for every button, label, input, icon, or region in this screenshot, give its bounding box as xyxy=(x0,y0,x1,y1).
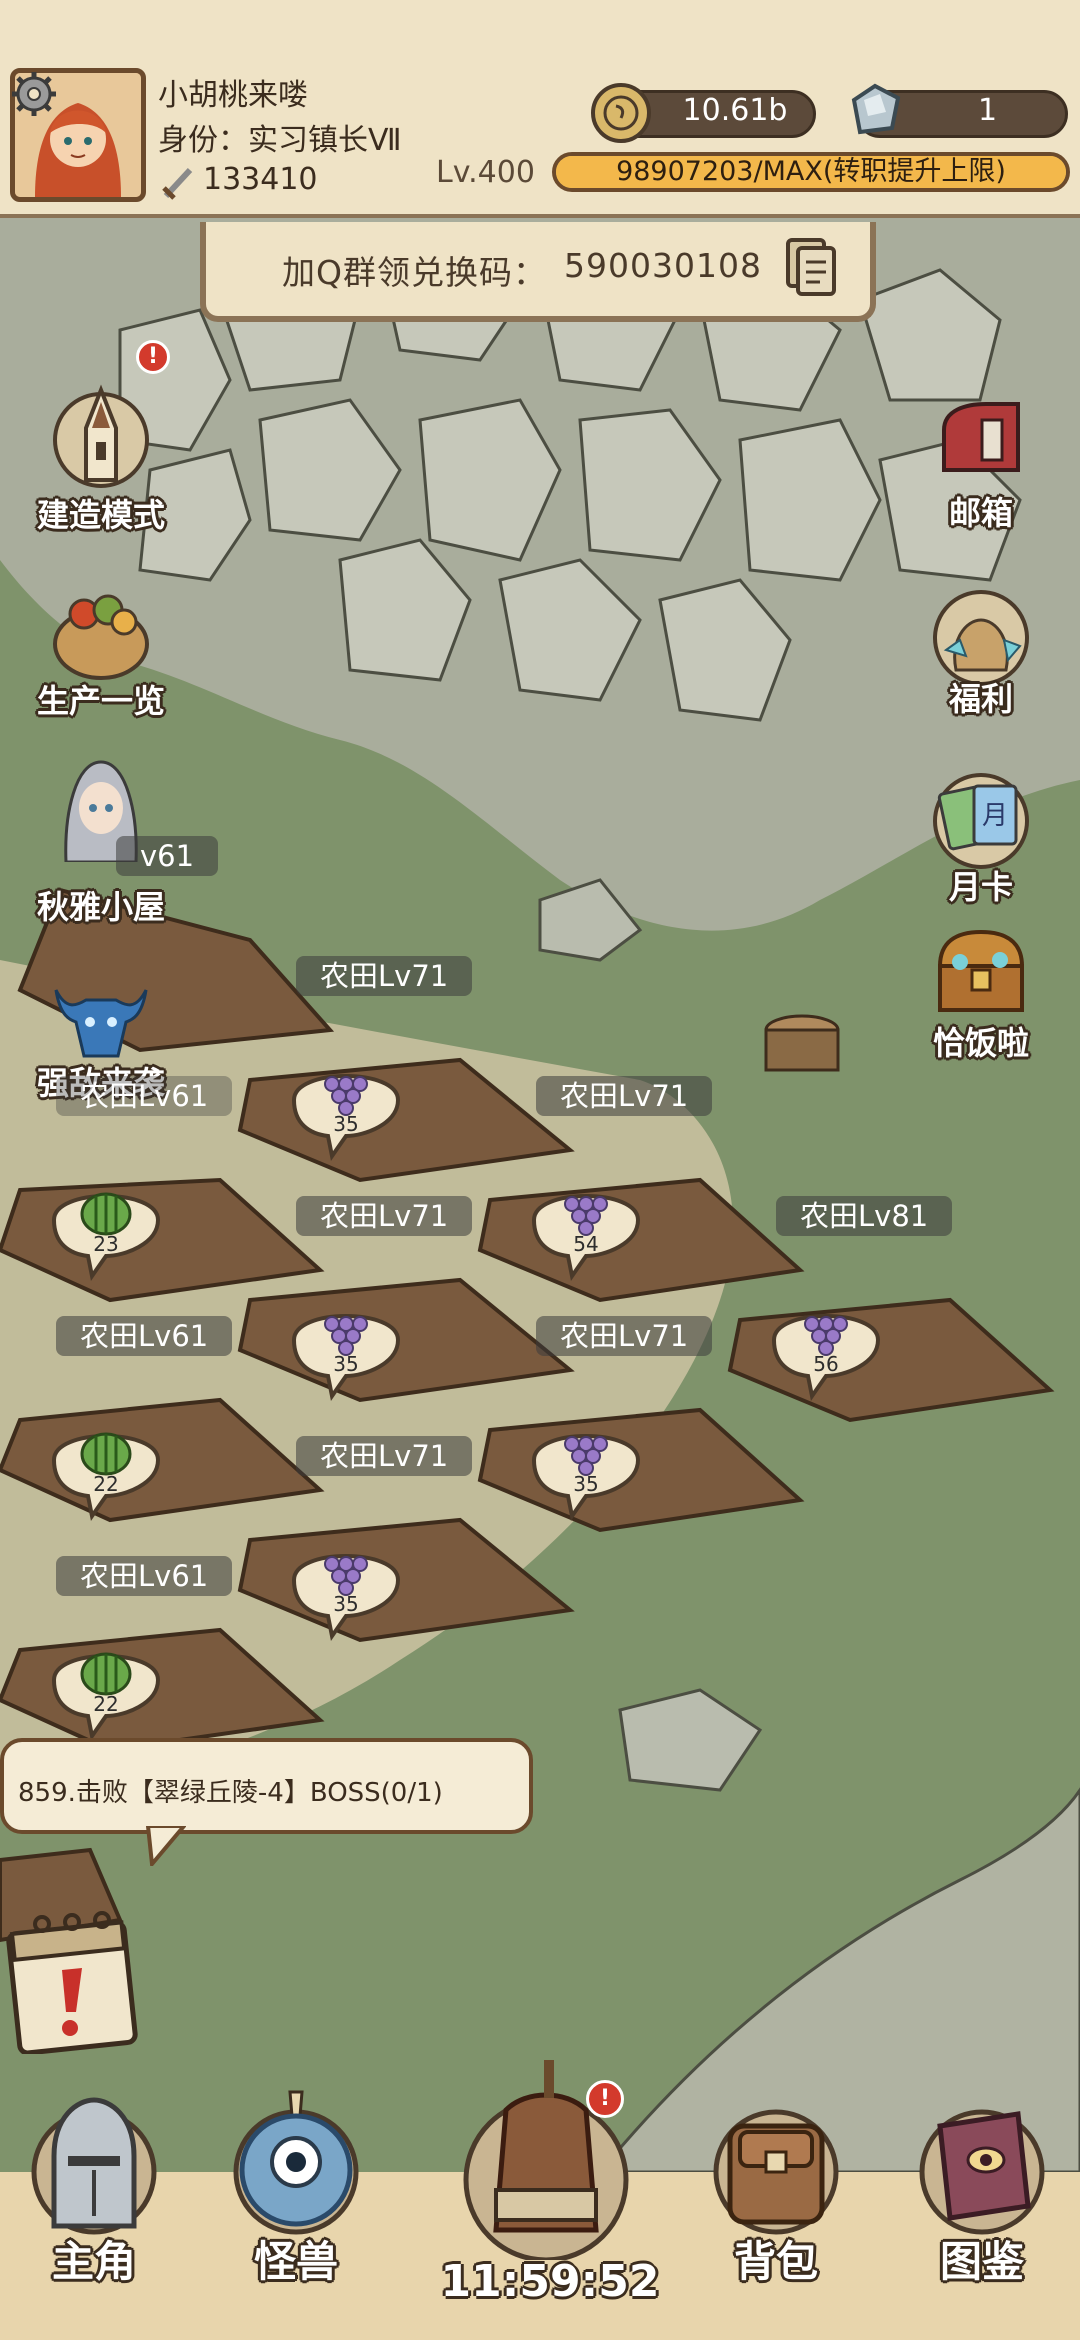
hero-nav-button[interactable]: 主角 xyxy=(4,2086,184,2286)
monster-nav-label: 怪兽 xyxy=(253,2237,338,2286)
grape-icon xyxy=(291,1314,401,1401)
farm-label[interactable]: 农田Lv71 xyxy=(296,1196,473,1236)
copy-icon[interactable] xyxy=(784,236,838,298)
watermelon-icon xyxy=(51,1652,161,1741)
welfare-label: 福利 xyxy=(948,680,1013,718)
experience-text: 98907203/MAX(转职提升上限) xyxy=(616,156,1006,187)
meal-chest-button[interactable]: 恰饭啦 xyxy=(896,918,1066,1078)
monster-nav-button[interactable]: 怪兽 xyxy=(206,2086,386,2286)
grape-icon xyxy=(291,1554,401,1641)
mailbox-label: 邮箱 xyxy=(948,494,1013,532)
farm-label[interactable]: 农田Lv81 xyxy=(776,1196,953,1236)
atlas-nav-label: 图鉴 xyxy=(939,2237,1024,2286)
farm-label[interactable]: v61 xyxy=(116,836,219,876)
hero-nav-label: 主角 xyxy=(51,2237,136,2286)
crop-count: 54 xyxy=(573,1232,599,1256)
production-overview-label: 生产一览 xyxy=(36,682,165,720)
adventure-gear-icon xyxy=(463,2060,629,2263)
experience-bar: 98907203/MAX(转职提升上限) xyxy=(552,152,1070,192)
meal-chest-label: 恰饭啦 xyxy=(932,1024,1029,1062)
settings-gear-icon[interactable] xyxy=(10,70,58,118)
treasure-chest-icon xyxy=(937,929,1025,1012)
crop-count: 22 xyxy=(93,1472,119,1496)
grape-icon xyxy=(531,1434,641,1521)
produce-basket-icon xyxy=(53,594,149,680)
redeem-code-banner: 加Q群领兑换码： 590030108 xyxy=(200,222,876,322)
grape-icon xyxy=(531,1194,641,1281)
atlas-nav-button[interactable]: 图鉴 xyxy=(892,2086,1072,2286)
gold-coin-icon xyxy=(591,83,651,143)
grape-harvest-bubble[interactable]: 35 xyxy=(524,1414,648,1521)
adventure-notification-badge: ! xyxy=(586,2080,624,2118)
bag-nav-label: 背包 xyxy=(733,2237,818,2286)
sword-power-icon xyxy=(162,167,193,200)
one-eyed-monster-icon xyxy=(233,2090,359,2235)
build-notification-badge: ! xyxy=(136,340,170,374)
crop-count: 35 xyxy=(333,1112,359,1136)
grape-harvest-bubble[interactable]: 35 xyxy=(284,1294,408,1401)
farm-label[interactable]: 农田Lv71 xyxy=(536,1076,713,1116)
top-status-bar: 小胡桃来喽 身份：实习镇长Ⅶ 133410 10.61b 1 Lv.400 98… xyxy=(0,0,1080,218)
qiuya-house-button[interactable]: 秋雅小屋 xyxy=(16,752,186,926)
knight-helmet-icon xyxy=(31,2097,157,2235)
eye-book-icon xyxy=(919,2109,1045,2235)
watermelon-harvest-bubble[interactable]: 23 xyxy=(44,1174,168,1281)
production-overview-button[interactable]: 生产一览 xyxy=(16,574,186,734)
crop-count: 35 xyxy=(333,1592,359,1616)
grape-harvest-bubble[interactable]: 35 xyxy=(284,1054,408,1161)
diamond-gem-icon xyxy=(851,83,901,135)
mailbox-button[interactable]: 邮箱 xyxy=(896,390,1066,550)
adventure-center-button[interactable] xyxy=(436,2050,656,2263)
quest-bubble-tail xyxy=(146,1826,186,1866)
backpack-icon xyxy=(713,2109,839,2235)
crop-count: 35 xyxy=(573,1472,599,1496)
farm-label[interactable]: 农田Lv61 xyxy=(56,1076,233,1116)
grape-harvest-bubble[interactable]: 35 xyxy=(284,1534,408,1641)
watermelon-icon xyxy=(51,1192,161,1281)
crop-count: 56 xyxy=(813,1352,839,1376)
tower-build-icon xyxy=(53,384,149,488)
farm-label[interactable]: 农田Lv61 xyxy=(56,1316,233,1356)
bag-nav-button[interactable]: 背包 xyxy=(686,2086,866,2286)
farm-label[interactable]: 农田Lv61 xyxy=(56,1556,233,1596)
monthly-card-label: 月卡 xyxy=(948,868,1013,906)
monthly-card-button[interactable]: 月 月卡 xyxy=(896,766,1066,926)
grape-icon xyxy=(771,1314,881,1401)
watermelon-harvest-bubble[interactable]: 22 xyxy=(44,1634,168,1741)
farm-label[interactable]: 农田Lv71 xyxy=(296,956,473,996)
quest-tracker[interactable]: 859.击败【翠绿丘陵-4】BOSS(0/1) xyxy=(0,1738,533,1834)
redeem-label: 加Q群领兑换码： xyxy=(282,253,547,292)
grape-harvest-bubble[interactable]: 56 xyxy=(764,1294,888,1401)
player-title: 身份：实习镇长Ⅶ xyxy=(158,123,402,158)
qiuya-house-label: 秋雅小屋 xyxy=(36,888,165,926)
watermelon-harvest-bubble[interactable]: 22 xyxy=(44,1414,168,1521)
player-name: 小胡桃来喽 xyxy=(158,78,308,113)
grape-harvest-bubble[interactable]: 54 xyxy=(524,1174,648,1281)
mailbox-icon xyxy=(942,402,1020,472)
build-mode-label: 建造模式 xyxy=(36,496,165,534)
quest-text: 859.击败【翠绿丘陵-4】BOSS(0/1) xyxy=(18,1778,443,1808)
grape-icon xyxy=(291,1074,401,1161)
crop-count: 22 xyxy=(93,1692,119,1716)
farm-label[interactable]: 农田Lv71 xyxy=(296,1436,473,1476)
redeem-code: 590030108 xyxy=(564,246,762,285)
bull-head-icon xyxy=(54,989,148,1058)
build-mode-button[interactable]: 建造模式 xyxy=(16,380,186,540)
monthly-card-icon: 月 xyxy=(933,773,1029,869)
farm-label[interactable]: 农田Lv71 xyxy=(536,1316,713,1356)
event-calendar-icon[interactable] xyxy=(4,1904,140,2054)
countdown-timer: 11:59:52 xyxy=(440,2256,660,2307)
gold-amount: 10.61b xyxy=(682,93,788,128)
watermelon-icon xyxy=(51,1432,161,1521)
combat-power-value: 133410 xyxy=(203,162,318,197)
crop-count: 35 xyxy=(333,1352,359,1376)
welfare-button[interactable]: 福利 xyxy=(896,580,1066,740)
gem-amount: 1 xyxy=(977,93,998,128)
crop-count: 23 xyxy=(93,1232,119,1256)
player-level: Lv.400 xyxy=(436,155,535,190)
svg-text:月: 月 xyxy=(982,801,1008,831)
